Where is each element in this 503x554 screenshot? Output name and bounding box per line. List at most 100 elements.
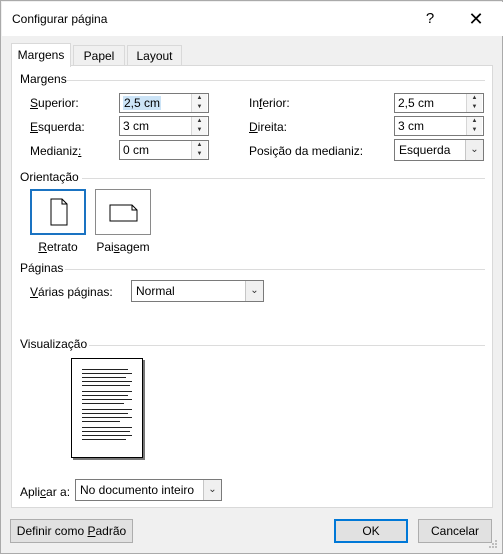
- label-aplicar-pre: Apli: [20, 485, 41, 499]
- chevron-down-icon[interactable]: ⌄: [465, 140, 483, 160]
- label-medianiz-accel: :: [78, 144, 82, 158]
- esquerda-spinner[interactable]: 3 cm ▲ ▼: [119, 116, 209, 136]
- group-label-orientacao: Orientação: [20, 170, 79, 184]
- page-setup-dialog: Configurar página ? ✕ Margens Papel Layo…: [0, 0, 503, 554]
- label-paisagem: Paisagem: [83, 240, 163, 254]
- group-label-paginas: Páginas: [20, 261, 64, 275]
- label-posicao-medianiz: Posição da medianiz:: [249, 144, 364, 158]
- help-icon[interactable]: ?: [418, 7, 442, 31]
- preview-line: [82, 421, 120, 422]
- portrait-page-icon: [50, 198, 68, 226]
- preview-line: [82, 373, 132, 374]
- label-retrato-accel: R: [38, 240, 47, 254]
- chevron-down-icon[interactable]: ⌄: [245, 281, 263, 301]
- superior-arrows: ▲ ▼: [191, 94, 208, 112]
- tab-papel-label: Papel: [83, 49, 115, 63]
- label-direita: Direita:: [249, 120, 287, 134]
- preview-line: [82, 413, 128, 414]
- aplicar-a-value: No documento inteiro: [80, 483, 195, 497]
- label-superior-text: uperior:: [38, 96, 79, 110]
- label-paisagem-text: agem: [119, 240, 150, 254]
- label-esquerda: Esquerda:: [30, 120, 85, 134]
- label-paisagem-pre: Pai: [96, 240, 114, 254]
- label-varias-accel: V: [30, 285, 39, 299]
- preview-line: [82, 403, 124, 404]
- label-aplicar-text: ar a:: [46, 485, 71, 499]
- preview-line: [82, 377, 126, 378]
- label-direita-text: ireita:: [257, 120, 288, 134]
- group-divider: [82, 178, 485, 179]
- chevron-down-icon[interactable]: ⌄: [203, 480, 221, 500]
- esquerda-arrows: ▲ ▼: [191, 117, 208, 135]
- set-default-button[interactable]: Definir como Padrão: [10, 519, 133, 543]
- inferior-spinner[interactable]: 2,5 cm ▲ ▼: [394, 93, 484, 113]
- group-label-visualizacao: Visualização: [20, 337, 88, 351]
- varias-paginas-value: Normal: [136, 284, 175, 298]
- varias-paginas-select[interactable]: Normal ⌄: [131, 280, 264, 302]
- label-superior: Superior:: [30, 96, 79, 110]
- direita-arrows: ▲ ▼: [466, 117, 483, 135]
- tab-layout-label: Layout: [136, 49, 173, 63]
- direita-value[interactable]: 3 cm: [398, 119, 424, 133]
- landscape-page-icon: [109, 204, 138, 222]
- set-default-pre: Definir como: [16, 524, 88, 538]
- orientation-landscape-button[interactable]: [95, 189, 151, 235]
- page-preview: [71, 358, 143, 458]
- label-esquerda-text: squerda:: [38, 120, 85, 134]
- group-divider: [65, 269, 485, 270]
- preview-line: [82, 409, 132, 410]
- preview-line: [82, 439, 126, 440]
- preview-line: [82, 435, 132, 436]
- direita-spinner[interactable]: 3 cm ▲ ▼: [394, 116, 484, 136]
- inferior-arrows: ▲ ▼: [466, 94, 483, 112]
- preview-line: [82, 427, 132, 428]
- inferior-value[interactable]: 2,5 cm: [398, 96, 434, 110]
- spin-down-icon[interactable]: ▼: [192, 126, 207, 135]
- preview-line: [82, 395, 128, 396]
- set-default-accel: P: [87, 524, 96, 538]
- label-inferior: Inferior:: [249, 96, 290, 110]
- cancel-button[interactable]: Cancelar: [418, 519, 492, 543]
- resize-grip-icon[interactable]: [488, 539, 498, 549]
- label-retrato-text: etrato: [46, 240, 78, 254]
- preview-line: [82, 399, 132, 400]
- group-label-margens: Margens: [20, 72, 67, 86]
- medianiz-spinner[interactable]: 0 cm ▲ ▼: [119, 140, 209, 160]
- tab-layout[interactable]: Layout: [127, 45, 182, 65]
- spin-down-icon[interactable]: ▼: [467, 126, 482, 135]
- label-direita-accel: D: [249, 120, 258, 134]
- spin-down-icon[interactable]: ▼: [467, 103, 482, 112]
- label-aplicar-a: Aplicar a:: [20, 485, 70, 499]
- close-icon[interactable]: ✕: [464, 7, 488, 31]
- label-esquerda-accel: E: [30, 120, 39, 134]
- spin-down-icon[interactable]: ▼: [192, 150, 207, 159]
- posicao-medianiz-value: Esquerda: [399, 143, 451, 157]
- label-inferior-text: erior:: [262, 96, 290, 110]
- group-divider: [89, 345, 485, 346]
- preview-line: [82, 417, 132, 418]
- spin-down-icon[interactable]: ▼: [192, 103, 207, 112]
- ok-button[interactable]: OK: [334, 519, 408, 543]
- preview-line: [82, 391, 132, 392]
- title-bar: Configurar página ? ✕: [2, 2, 503, 36]
- tab-margens[interactable]: Margens: [11, 43, 71, 67]
- group-divider: [67, 80, 485, 81]
- preview-line: [82, 381, 132, 382]
- label-superior-accel: S: [30, 96, 39, 110]
- medianiz-value[interactable]: 0 cm: [123, 143, 149, 157]
- label-varias-paginas: Várias páginas:: [30, 285, 113, 299]
- superior-spinner[interactable]: 2,5 cm ▲ ▼: [119, 93, 209, 113]
- esquerda-value[interactable]: 3 cm: [123, 119, 149, 133]
- label-medianiz: Medianiz:: [30, 144, 81, 158]
- superior-value[interactable]: 2,5 cm: [123, 96, 162, 110]
- posicao-medianiz-select[interactable]: Esquerda ⌄: [394, 139, 484, 161]
- preview-line: [82, 431, 130, 432]
- label-inferior-pre: In: [249, 96, 260, 110]
- dialog-title: Configurar página: [12, 12, 108, 26]
- aplicar-a-select[interactable]: No documento inteiro ⌄: [75, 479, 222, 501]
- tab-margens-label: Margens: [17, 48, 65, 62]
- orientation-portrait-button[interactable]: [30, 189, 86, 235]
- preview-line: [82, 369, 128, 370]
- tab-papel[interactable]: Papel: [73, 45, 125, 65]
- preview-line: [82, 385, 130, 386]
